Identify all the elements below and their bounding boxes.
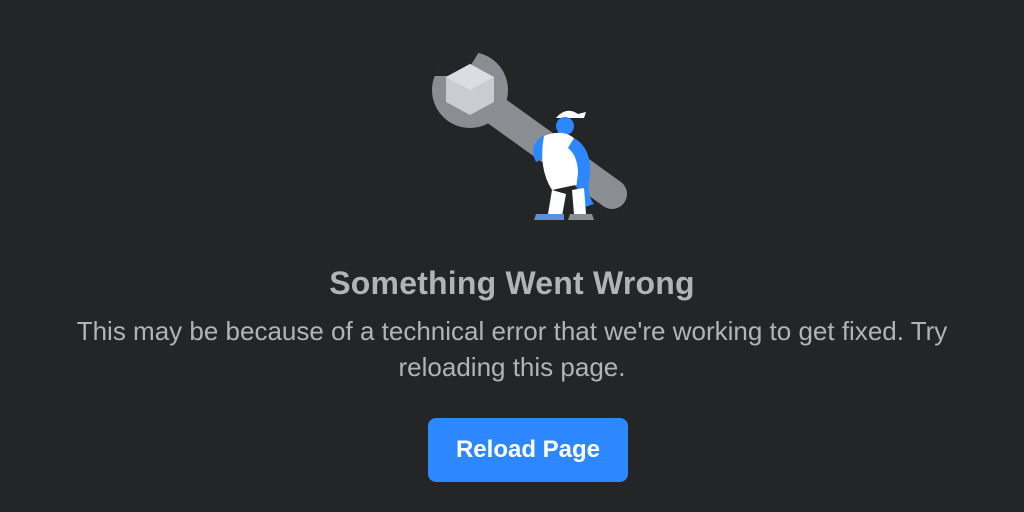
error-page: Something Went Wrong This may be because…: [0, 0, 1024, 512]
reload-page-button[interactable]: Reload Page: [428, 418, 628, 482]
wrench-worker-icon: [424, 44, 640, 234]
error-message: This may be because of a technical error…: [76, 316, 948, 382]
error-title: Something Went Wrong: [329, 265, 695, 301]
